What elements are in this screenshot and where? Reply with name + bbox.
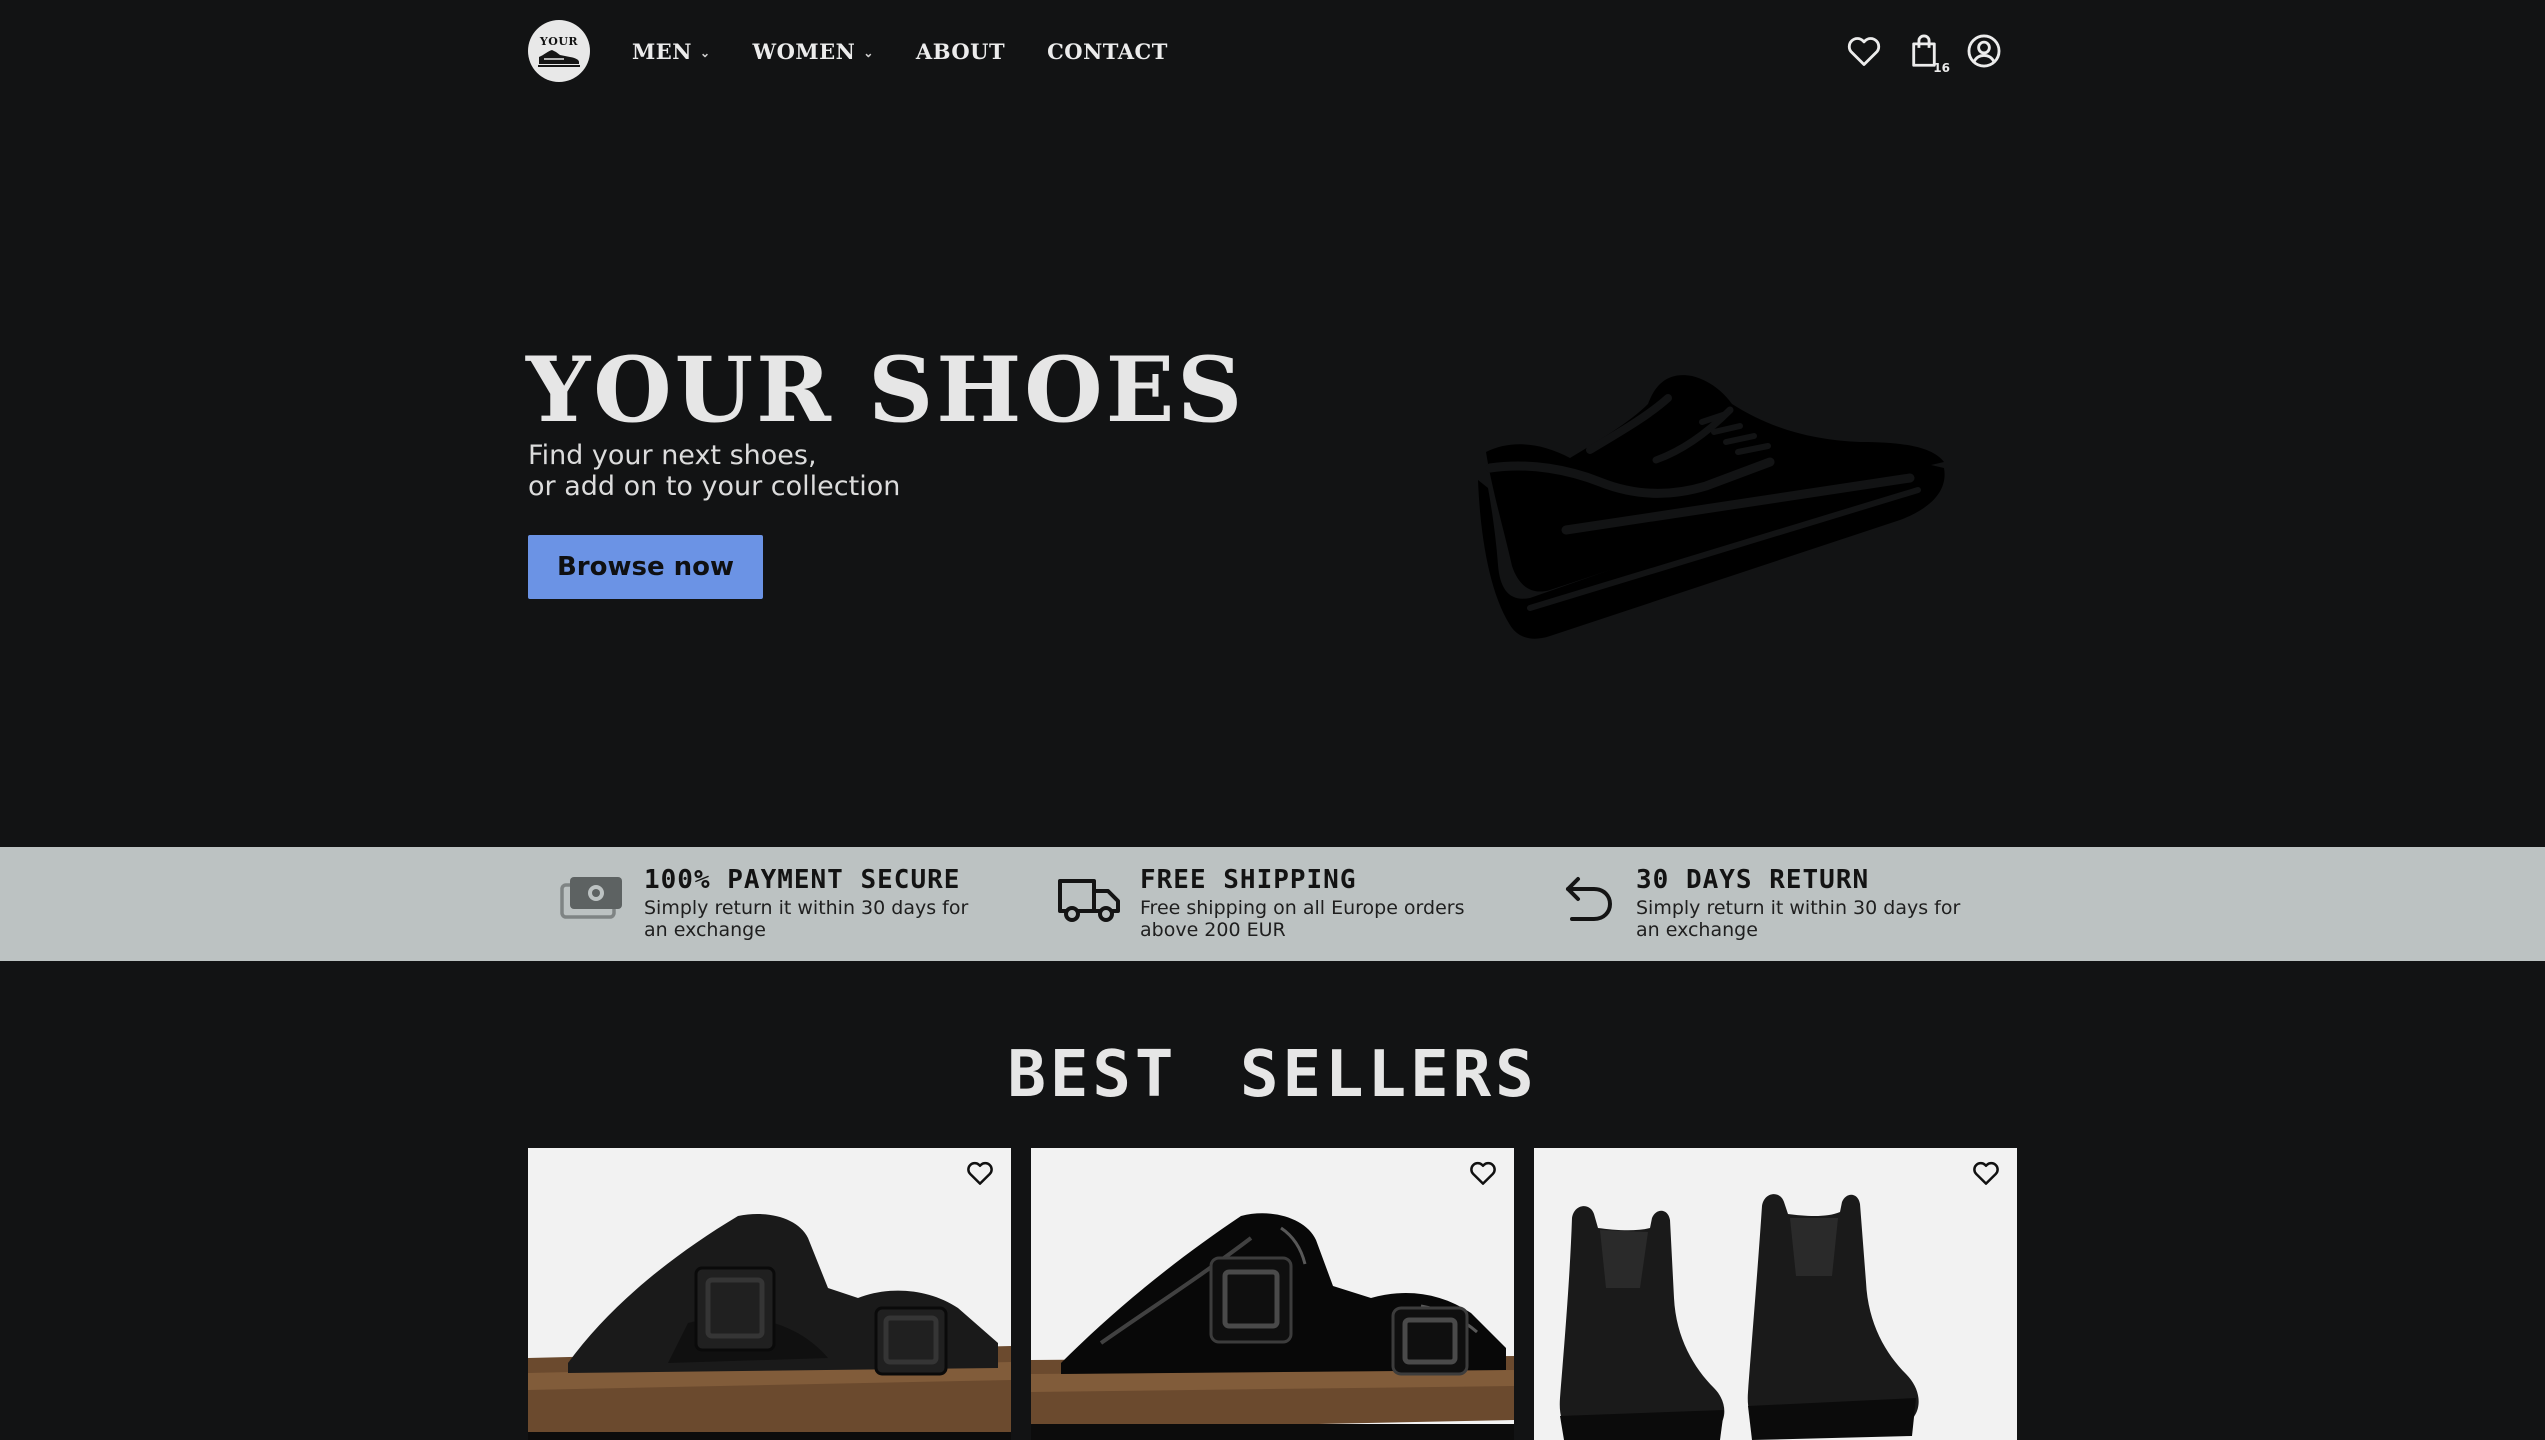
- cart-button[interactable]: 16: [1902, 29, 1950, 75]
- user-account-icon: [1967, 34, 2001, 68]
- hero-subtitle: Find your next shoes, or add on to your …: [528, 440, 900, 502]
- heart-outline-icon: [1973, 1161, 1999, 1185]
- best-sellers-title: BEST SELLERS: [1007, 1038, 1538, 1112]
- feature-title: FREE SHIPPING: [1140, 865, 1357, 895]
- sneaker-icon: [1478, 375, 1945, 639]
- chevron-down-icon: ⌄: [699, 45, 711, 60]
- main-nav: MEN ⌄ WOMEN ⌄ ABOUT CONTACT: [632, 39, 1210, 64]
- browse-now-button[interactable]: Browse now: [528, 535, 763, 599]
- cash-icon: [560, 877, 622, 919]
- favorite-button[interactable]: [1468, 1158, 1500, 1190]
- feature-description: Simply return it within 30 days for an e…: [1636, 897, 1961, 941]
- chevron-down-icon: ⌄: [863, 45, 874, 60]
- product-card[interactable]: [528, 1148, 1011, 1440]
- wishlist-button[interactable]: [1842, 29, 1886, 73]
- product-image-black-matte-sandal: [528, 1148, 1011, 1440]
- feature-description: Simply return it within 30 days for an e…: [644, 897, 969, 941]
- site-logo[interactable]: YOUR: [528, 20, 590, 82]
- hero-title: YOUR SHOES: [526, 337, 1246, 443]
- nav-item-women[interactable]: WOMEN ⌄: [753, 39, 874, 64]
- nav-label-women: WOMEN: [752, 38, 856, 64]
- header-actions: 16: [1826, 29, 2006, 75]
- account-button[interactable]: [1962, 29, 2006, 73]
- feature-title: 30 DAYS RETURN: [1636, 865, 1870, 895]
- feature-30-days-return: 30 DAYS RETURN Simply return it within 3…: [1552, 865, 1976, 941]
- hero-subtitle-line-1: Find your next shoes,: [528, 440, 817, 471]
- feature-title: 100% PAYMENT SECURE: [644, 865, 961, 895]
- nav-label-contact: CONTACT: [1047, 38, 1168, 64]
- nav-item-contact[interactable]: CONTACT: [1047, 39, 1168, 64]
- site-header: YOUR MEN ⌄ WOMEN ⌄ ABOUT CONTACT 16: [528, 20, 2018, 82]
- heart-outline-icon: [1470, 1161, 1496, 1185]
- product-image-black-chelsea-boots: [1534, 1148, 2017, 1440]
- heart-icon: [1847, 37, 1881, 66]
- return-arrow-icon: [1566, 877, 1613, 921]
- features-bar: 100% PAYMENT SECURE Simply return it wit…: [0, 847, 2545, 961]
- product-card[interactable]: [1031, 1148, 1514, 1440]
- product-grid: [528, 1148, 2018, 1440]
- favorite-button[interactable]: [1971, 1158, 2003, 1190]
- nav-item-men[interactable]: MEN ⌄: [632, 39, 711, 64]
- delivery-truck-icon: [1058, 879, 1120, 922]
- favorite-button[interactable]: [965, 1158, 997, 1190]
- heart-outline-icon: [967, 1161, 993, 1185]
- product-image-black-patent-sandal: [1031, 1148, 1514, 1440]
- feature-payment-secure: 100% PAYMENT SECURE Simply return it wit…: [560, 865, 984, 941]
- hero-subtitle-line-2: or add on to your collection: [528, 471, 901, 502]
- feature-free-shipping: FREE SHIPPING Free shipping on all Europ…: [1056, 865, 1480, 941]
- logo-shoe-icon: [538, 49, 580, 67]
- feature-description: Free shipping on all Europe orders above…: [1140, 897, 1465, 941]
- nav-label-men: MEN: [632, 38, 692, 64]
- product-card[interactable]: [1534, 1148, 2017, 1440]
- nav-label-about: ABOUT: [915, 38, 1006, 64]
- cart-count-badge: 16: [1933, 61, 1950, 75]
- nav-item-about[interactable]: ABOUT: [916, 39, 1005, 64]
- logo-text: YOUR: [539, 34, 579, 48]
